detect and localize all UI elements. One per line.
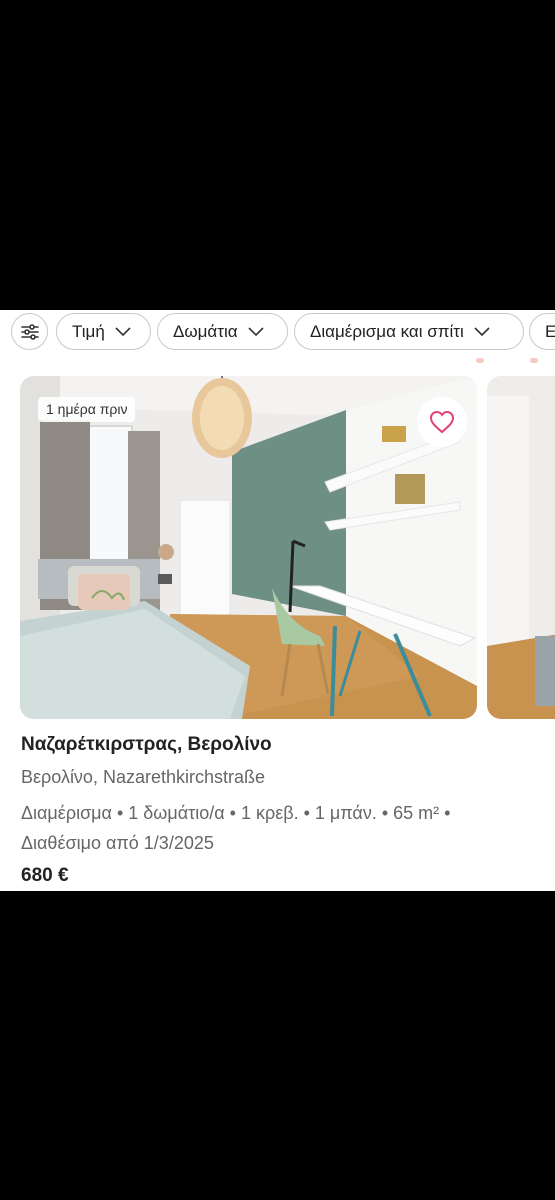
listing-details: Διαμέρισμα • 1 δωμάτιο/α • 1 κρεβ. • 1 μ… <box>21 798 541 858</box>
listing-panel: Τιμή Δωμάτια Διαμέρισμα και σπίτι Ε 1 ημ… <box>0 310 555 891</box>
decorative-dot <box>476 358 484 363</box>
listing-title[interactable]: Ναζαρέτκιρστρας, Βερολίνο <box>21 734 272 756</box>
listing-price: 680 € <box>21 865 69 886</box>
chevron-down-icon <box>115 326 131 336</box>
listing-location: Βερολίνο, Nazarethkirchstraße <box>21 767 266 787</box>
listing-photo[interactable] <box>20 376 477 719</box>
heart-icon <box>429 410 455 434</box>
rooms-filter-label: Δωμάτια <box>173 321 238 341</box>
next-listing-card[interactable] <box>487 376 555 719</box>
posted-time-badge: 1 ημέρα πριν <box>38 397 136 422</box>
sliders-icon <box>21 324 39 340</box>
price-filter-chip[interactable]: Τιμή <box>56 313 151 350</box>
filter-settings-button[interactable] <box>11 313 48 350</box>
next-listing-photo[interactable] <box>487 376 555 719</box>
chevron-down-icon <box>248 326 264 336</box>
filter-bar: Τιμή Δωμάτια Διαμέρισμα και σπίτι Ε <box>0 310 555 363</box>
decorative-dot <box>530 358 538 363</box>
more-filter-label: Ε <box>545 321 555 341</box>
favorite-button[interactable] <box>417 397 467 447</box>
chevron-down-icon <box>474 326 490 336</box>
property-type-filter-label: Διαμέρισμα και σπίτι <box>310 321 464 341</box>
more-filter-chip[interactable]: Ε <box>529 313 555 350</box>
listing-availability: Διαθέσιμο από 1/3/2025 <box>21 833 214 853</box>
price-filter-label: Τιμή <box>72 321 105 341</box>
property-type-filter-chip[interactable]: Διαμέρισμα και σπίτι <box>294 313 524 350</box>
listing-card[interactable]: 1 ημέρα πριν <box>20 376 477 719</box>
listing-details-line-1: Διαμέρισμα • 1 δωμάτιο/α • 1 κρεβ. • 1 μ… <box>21 803 451 823</box>
rooms-filter-chip[interactable]: Δωμάτια <box>157 313 288 350</box>
